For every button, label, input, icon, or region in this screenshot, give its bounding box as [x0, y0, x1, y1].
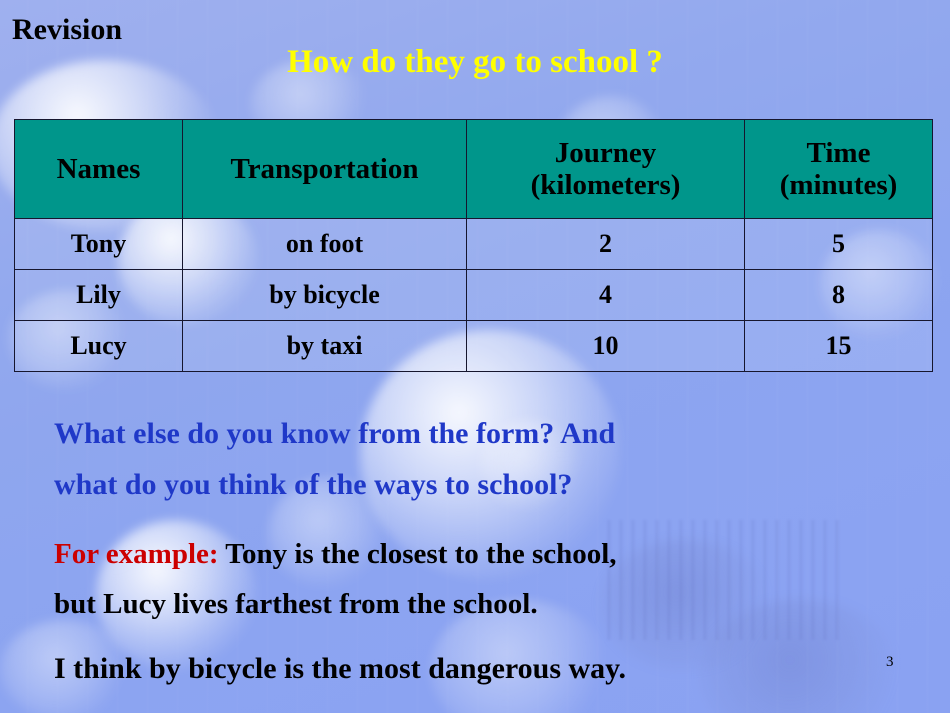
cell-journey: 2: [466, 218, 745, 270]
cell-transportation: by taxi: [182, 320, 467, 372]
column-header-names-line1: Names: [56, 152, 141, 185]
column-header-time: Time (minutes): [744, 119, 933, 219]
question-line-2: what do you think of the ways to school?: [54, 468, 573, 501]
column-header-names: Names: [14, 119, 183, 219]
slide-heading: How do they go to school ?: [287, 44, 663, 80]
cell-time: 15: [744, 320, 933, 372]
table-header-row: Names Transportation Journey (kilometers…: [14, 119, 933, 219]
cell-journey: 4: [466, 269, 745, 321]
cell-name: Tony: [14, 218, 183, 270]
conclusion-text: I think by bicycle is the most dangerous…: [54, 652, 627, 685]
table-row: Lucy by taxi 10 15: [14, 320, 933, 372]
column-header-journey-line2: (kilometers): [530, 169, 681, 201]
revision-label: Revision: [12, 13, 123, 46]
example-lead-label: For example:: [54, 538, 219, 570]
cell-time: 8: [744, 269, 933, 321]
column-header-time-line2: (minutes): [779, 169, 898, 201]
table-row: Lily by bicycle 4 8: [14, 269, 933, 321]
cell-name: Lily: [14, 269, 183, 321]
column-header-transportation-line1: Transportation: [230, 152, 419, 185]
question-line-1: What else do you know from the form? And: [54, 417, 616, 450]
example-paragraph: For example: Tony is the closest to the …: [54, 530, 934, 630]
cell-time: 5: [744, 218, 933, 270]
table-body: Tony on foot 2 5 Lily by bicycle 4 8 Luc…: [14, 218, 933, 372]
column-header-journey: Journey (kilometers): [466, 119, 745, 219]
column-header-time-line1: Time: [806, 136, 871, 169]
table-header: Names Transportation Journey (kilometers…: [14, 119, 933, 219]
example-line-1-rest: Tony is the closest to the school,: [218, 538, 617, 570]
table-row: Tony on foot 2 5: [14, 218, 933, 270]
column-header-transportation: Transportation: [182, 119, 467, 219]
example-line-2: but Lucy lives farthest from the school.: [54, 587, 538, 620]
cell-transportation: on foot: [182, 218, 467, 270]
cell-name: Lucy: [14, 320, 183, 372]
example-line-1: For example: Tony is the closest to the …: [54, 530, 934, 580]
cell-transportation: by bicycle: [182, 269, 467, 321]
column-header-journey-line1: Journey: [554, 136, 657, 169]
cell-journey: 10: [466, 320, 745, 372]
page-number: 3: [886, 654, 894, 670]
transportation-table: Names Transportation Journey (kilometers…: [14, 119, 933, 372]
question-paragraph: What else do you know from the form? And…: [54, 408, 884, 510]
presentation-slide: Revision How do they go to school ? Name…: [0, 0, 950, 713]
